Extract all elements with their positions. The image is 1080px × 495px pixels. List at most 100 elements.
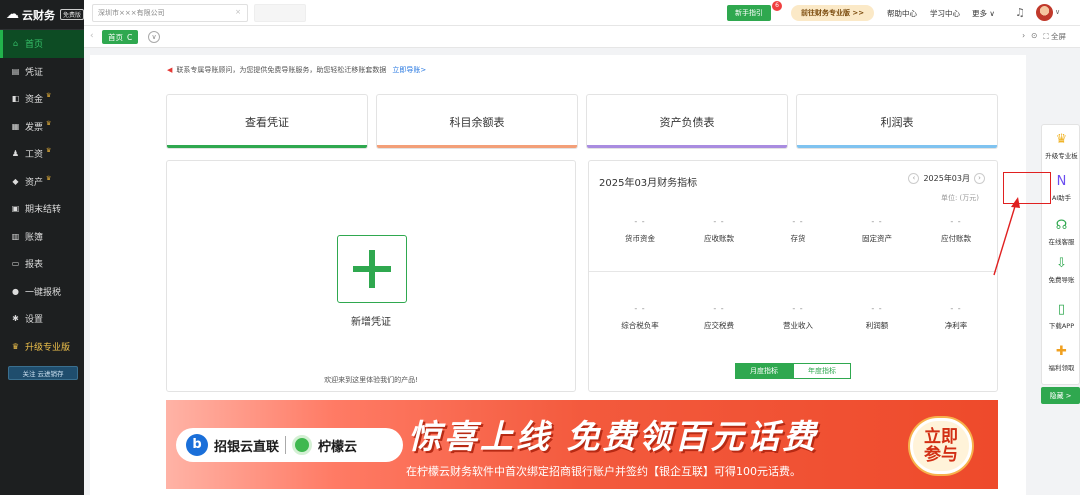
fullscreen-label: 全屏 xyxy=(1051,32,1066,41)
refresh-icon[interactable]: C xyxy=(127,33,132,42)
float-item-label: 在线客服 xyxy=(1048,238,1075,246)
notice-bar: ◀ 联系专属导账顾问，为您提供免费导账服务，助您轻松迁移账套数据 立即导账> xyxy=(167,65,426,75)
sidebar-item-settings[interactable]: ✱ 设置 xyxy=(0,305,84,333)
tab-bar: ‹ 首页 C ∨ › ⊙ ⛶ 全屏 xyxy=(84,26,1080,48)
float-item-mobile[interactable]: ▯ 下载APP xyxy=(1042,302,1080,331)
quick-card[interactable]: 科目余额表 xyxy=(376,94,578,149)
quick-card-label: 查看凭证 xyxy=(245,115,289,129)
tab-home-label: 首页 xyxy=(108,32,123,42)
indicator-value: - - xyxy=(871,217,883,226)
speaker-icon: ◀ xyxy=(167,66,173,74)
hide-toolbar-button[interactable]: 隐藏 > xyxy=(1041,387,1080,404)
prev-month-icon[interactable]: ‹ xyxy=(908,173,920,184)
sidebar-item-invoice[interactable]: ▦ 发票 ♛ xyxy=(0,113,84,141)
banner-logo: b 招银云直联 柠檬云 xyxy=(176,428,403,462)
study-center-link[interactable]: 学习中心 xyxy=(930,8,960,19)
fullscreen-button[interactable]: ⛶ 全屏 xyxy=(1043,31,1066,42)
sidebar-item-asset[interactable]: ◆ 资产 ♛ xyxy=(0,168,84,196)
yearly-tab[interactable]: 年度指标 xyxy=(793,363,851,379)
month-value: 2025年03月 xyxy=(923,174,970,183)
sidebar-item-salary[interactable]: ♟ 工资 ♛ xyxy=(0,140,84,168)
new-voucher-panel: 新增凭证 欢迎来到这里体验我们的产品! xyxy=(166,160,576,392)
sidebar-item-upgrade-crown[interactable]: ♛ 升级专业版 xyxy=(0,333,84,361)
next-month-icon[interactable]: › xyxy=(974,173,985,184)
ledger-icon: ▥ xyxy=(11,231,20,241)
quick-card[interactable]: 资产负债表 xyxy=(586,94,788,149)
card-accent-bar xyxy=(377,145,577,148)
sidebar: ☁ 云财务 免费版 ⌂ 首页 ▤ 凭证 ◧ 资金 ♛ ▦ 发票 ♛ ♟ 工资 ♛ ◆ 资产 ♛ ▣ 期末结转 ▥ 账簿… xyxy=(0,0,84,495)
crown-icon: ♛ xyxy=(46,147,52,155)
quick-card[interactable]: 利润表 xyxy=(796,94,998,149)
indicator-value: - - xyxy=(950,304,962,313)
quick-card-label: 利润表 xyxy=(880,115,914,129)
indicator-value: - - xyxy=(871,304,883,313)
company-name: 深圳市×××有限公司 xyxy=(98,9,165,17)
sidebar-item-label: 账簿 xyxy=(25,232,44,243)
monthly-tab[interactable]: 月度指标 xyxy=(735,363,793,379)
float-item-label: 下载APP xyxy=(1048,322,1075,330)
invoice-icon: ▦ xyxy=(11,121,20,131)
join-now-button[interactable]: 立即 参与 xyxy=(910,418,972,474)
account-selector[interactable] xyxy=(254,4,306,22)
indicator-item: - - 净利率 xyxy=(915,304,997,331)
upgrade-crown-icon: ♛ xyxy=(11,341,20,351)
float-item-label: 升级专业板 xyxy=(1045,152,1078,160)
app-logo[interactable]: ☁ 云财务 免费版 xyxy=(0,0,84,30)
sidebar-item-home[interactable]: ⌂ 首页 xyxy=(0,30,84,58)
tab-home[interactable]: 首页 C xyxy=(102,30,139,44)
chevron-right-icon[interactable]: › xyxy=(1022,31,1025,42)
new-voucher-label[interactable]: 新增凭证 xyxy=(167,313,575,328)
float-item-download[interactable]: ⇩ 免费导账 xyxy=(1042,257,1080,285)
sidebar-item-ledger[interactable]: ▥ 账簿 xyxy=(0,223,84,251)
float-item-gift[interactable]: ✚ 福利领取 xyxy=(1042,344,1080,373)
sidebar-item-tax[interactable]: ● 一键报税 xyxy=(0,278,84,306)
close-icon[interactable]: × xyxy=(235,8,241,16)
tab-dropdown-icon[interactable]: ∨ xyxy=(148,31,160,43)
brand-name: 云财务 xyxy=(22,8,55,22)
company-tab[interactable]: 深圳市×××有限公司 × xyxy=(92,4,248,22)
pro-version-button[interactable]: 前往财务专业版 >> xyxy=(791,5,875,21)
crown-icon: ♛ xyxy=(46,119,52,127)
follow-button[interactable]: 关注 云进销存 xyxy=(8,366,78,380)
indicator-item: - - 应收账款 xyxy=(678,217,760,244)
sidebar-item-voucher[interactable]: ▤ 凭证 xyxy=(0,58,84,86)
chevron-down-icon[interactable]: ∨ xyxy=(1055,8,1060,16)
tab-bar-right: › ⊙ ⛶ 全屏 xyxy=(1022,31,1066,42)
banner-headline: 惊喜上线 免费领百元话费 xyxy=(408,417,819,456)
float-item-headset[interactable]: ☊ 在线客服 xyxy=(1042,219,1080,247)
gift-icon: ✚ xyxy=(1056,344,1067,359)
fullscreen-icon: ⛶ xyxy=(1043,32,1051,41)
help-center-link[interactable]: 帮助中心 xyxy=(887,8,917,19)
bell-icon[interactable]: ♫ xyxy=(1015,6,1025,19)
sidebar-item-period-close[interactable]: ▣ 期末结转 xyxy=(0,195,84,223)
sidebar-nav: ⌂ 首页 ▤ 凭证 ◧ 资金 ♛ ▦ 发票 ♛ ♟ 工资 ♛ ◆ 资产 ♛ ▣ 期末结转 ▥ 账簿 ▭ 报表 ● 一键报税 ✱ 设… xyxy=(0,30,84,360)
promo-banner[interactable]: b 招银云直联 柠檬云 惊喜上线 免费领百元话费 在柠檬云财务软件中首次绑定招商… xyxy=(166,400,998,489)
avatar[interactable] xyxy=(1036,4,1053,21)
float-item-crown[interactable]: ♛ 升级专业板 xyxy=(1042,133,1080,161)
sidebar-item-label: 设置 xyxy=(25,315,44,326)
chevron-left-icon[interactable]: ‹ xyxy=(90,31,94,41)
welcome-text: 欢迎来到这里体验我们的产品! xyxy=(324,376,418,384)
indicator-item: - - 利润额 xyxy=(836,304,918,331)
indicator-item: - - 固定资产 xyxy=(836,217,918,244)
sidebar-item-fund[interactable]: ◧ 资金 ♛ xyxy=(0,85,84,113)
period-close-icon: ▣ xyxy=(11,204,20,214)
quick-card[interactable]: 查看凭证 xyxy=(166,94,368,149)
import-link[interactable]: 立即导账> xyxy=(392,66,426,74)
cloud-logo-icon: ☁ xyxy=(6,7,19,22)
indicator-value: - - xyxy=(634,217,646,226)
settings-icon: ✱ xyxy=(12,314,19,324)
sidebar-item-label: 工资 xyxy=(25,150,44,161)
sidebar-item-report[interactable]: ▭ 报表 xyxy=(0,250,84,278)
indicator-label: 净利率 xyxy=(944,321,968,330)
banner-logo-text1: 招银云直联 xyxy=(214,439,280,455)
indicator-label: 固定资产 xyxy=(862,234,892,243)
indicator-label: 应交税费 xyxy=(704,321,734,330)
add-voucher-button[interactable] xyxy=(337,235,407,303)
month-picker[interactable]: ‹ 2025年03月 › xyxy=(908,173,985,184)
indicator-value: - - xyxy=(792,217,804,226)
more-menu[interactable]: 更多 ∨ xyxy=(972,8,995,19)
circle-down-icon[interactable]: ⊙ xyxy=(1031,31,1037,42)
guide-button[interactable]: 新手指引 xyxy=(727,5,771,21)
mobile-icon: ▯ xyxy=(1057,302,1066,317)
